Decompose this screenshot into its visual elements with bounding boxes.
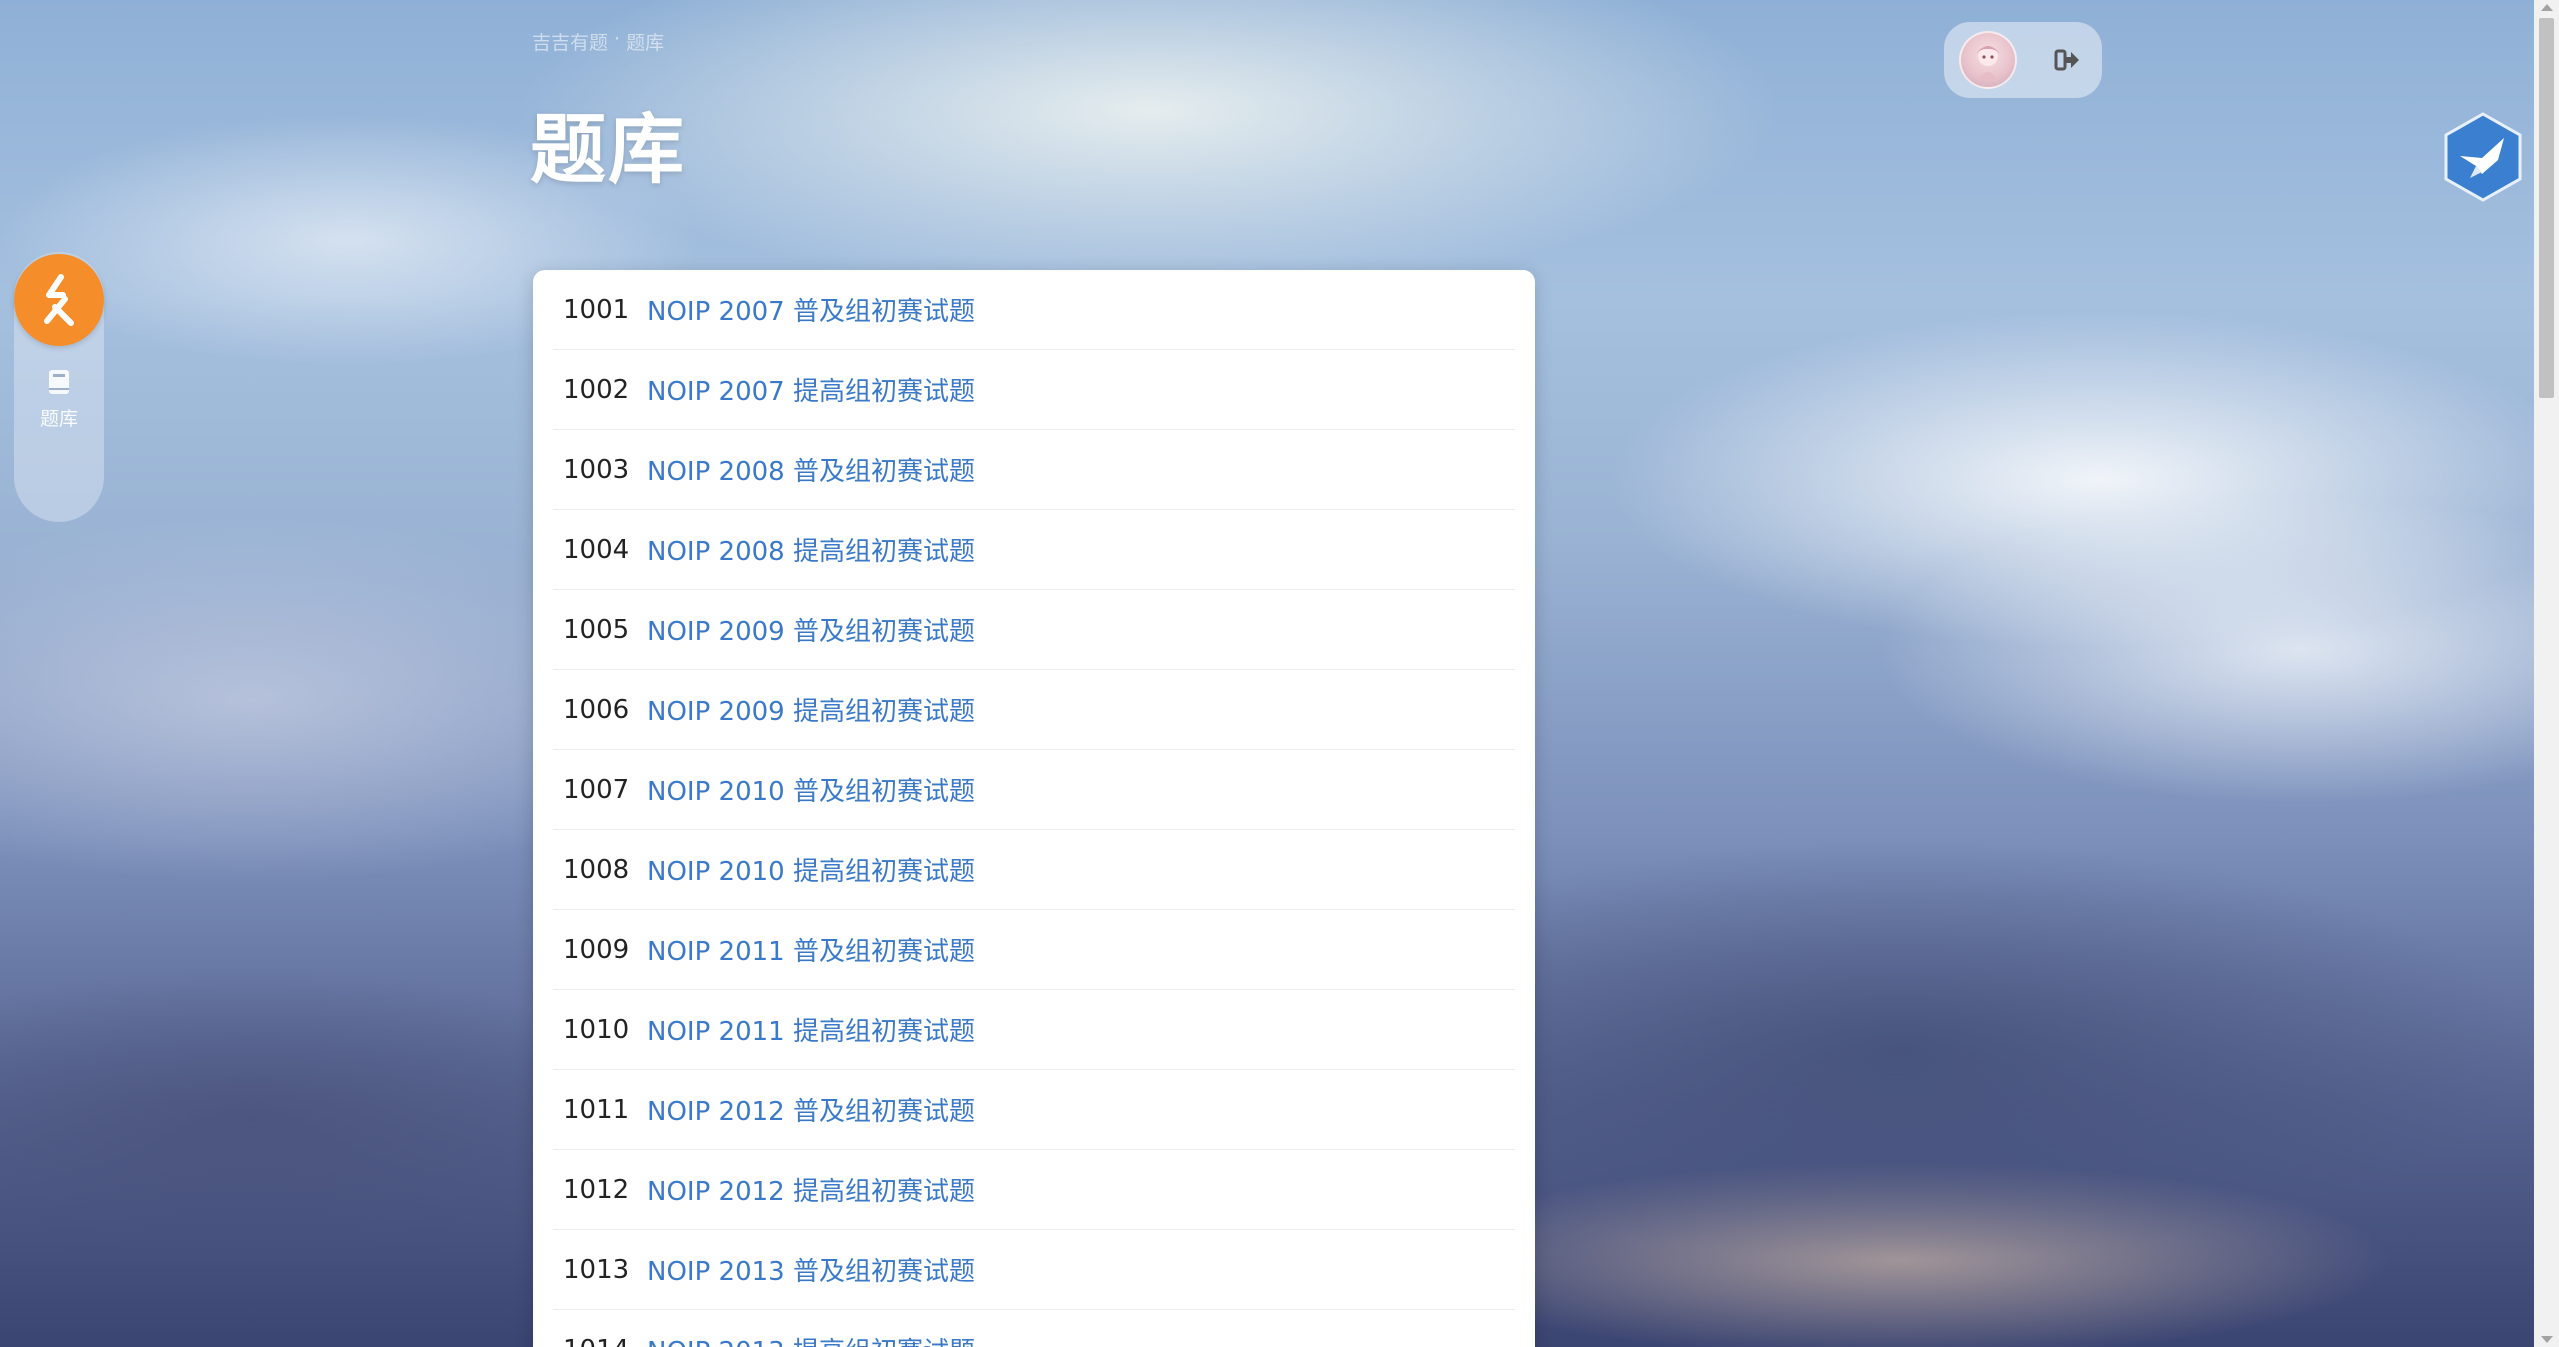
problem-row: 1009 NOIP 2011 普及组初赛试题 xyxy=(553,910,1515,990)
breadcrumb-home[interactable]: 吉吉有题 xyxy=(532,28,608,55)
breadcrumb-separator: · xyxy=(614,28,621,50)
problem-id: 1004 xyxy=(563,534,630,565)
avatar[interactable] xyxy=(1959,31,2017,89)
problem-id: 1011 xyxy=(563,1094,630,1125)
problem-title-link[interactable]: NOIP 2007 提高组初赛试题 xyxy=(647,371,975,408)
page-title: 题库 xyxy=(530,105,686,194)
logo-icon xyxy=(44,274,74,326)
problem-id: 1005 xyxy=(563,614,630,645)
problem-id: 1008 xyxy=(563,854,630,885)
problem-title-link[interactable]: NOIP 2008 提高组初赛试题 xyxy=(647,531,975,568)
scroll-up-icon[interactable] xyxy=(2541,4,2553,11)
problem-title-link[interactable]: NOIP 2008 普及组初赛试题 xyxy=(647,451,975,488)
problem-row: 1011 NOIP 2012 普及组初赛试题 xyxy=(553,1070,1515,1150)
breadcrumb: 吉吉有题 · 题库 xyxy=(532,28,664,55)
scroll-down-icon[interactable] xyxy=(2541,1336,2553,1343)
book-icon xyxy=(49,370,69,394)
problem-title-link[interactable]: NOIP 2013 普及组初赛试题 xyxy=(647,1251,975,1288)
problem-id: 1012 xyxy=(563,1174,630,1205)
breadcrumb-current: 题库 xyxy=(626,32,665,54)
bird-icon xyxy=(2444,112,2522,202)
problem-row: 1012 NOIP 2012 提高组初赛试题 xyxy=(553,1150,1515,1230)
problem-row: 1013 NOIP 2013 普及组初赛试题 xyxy=(553,1230,1515,1310)
problem-title-link[interactable]: NOIP 2011 普及组初赛试题 xyxy=(647,931,975,968)
problem-list-card: 1001 NOIP 2007 普及组初赛试题 1002 NOIP 2007 提高组初赛… xyxy=(533,270,1535,1347)
logo-button[interactable] xyxy=(14,254,104,346)
problem-title-link[interactable]: NOIP 2013 提高组初赛试题 xyxy=(647,1331,975,1347)
problem-id: 1001 xyxy=(563,294,630,325)
problem-title-link[interactable]: NOIP 2009 提高组初赛试题 xyxy=(647,691,975,728)
logout-button[interactable] xyxy=(2047,40,2087,80)
problem-id: 1014 xyxy=(553,1335,647,1347)
page-background: 吉吉有题 · 题库 题库 题库 1001 NOIP 2007 普及组初赛试题 1… xyxy=(0,0,2559,1347)
problem-row: 1002 NOIP 2007 提高组初赛试题 xyxy=(553,350,1515,430)
problem-title-link[interactable]: NOIP 2011 提高组初赛试题 xyxy=(647,1011,975,1048)
bird-badge-button[interactable] xyxy=(2442,112,2524,202)
problem-row: 1004 NOIP 2008 提高组初赛试题 xyxy=(553,510,1515,590)
problem-id: 1002 xyxy=(563,374,630,405)
logout-icon xyxy=(2054,49,2079,71)
problem-row: 1010 NOIP 2011 提高组初赛试题 xyxy=(553,990,1515,1070)
scrollbar[interactable] xyxy=(2534,0,2559,1347)
problem-row: 1008 NOIP 2010 提高组初赛试题 xyxy=(553,830,1515,910)
problem-id: 1003 xyxy=(563,454,630,485)
problem-title-link[interactable]: NOIP 2010 提高组初赛试题 xyxy=(647,851,975,888)
problem-row: 1005 NOIP 2009 普及组初赛试题 xyxy=(553,590,1515,670)
problem-id: 1010 xyxy=(563,1014,630,1045)
problem-title-link[interactable]: NOIP 2010 普及组初赛试题 xyxy=(647,771,975,808)
user-menu xyxy=(1944,22,2102,98)
problem-id: 1013 xyxy=(563,1254,630,1285)
problem-id: 1006 xyxy=(563,694,630,725)
problem-id: 1007 xyxy=(563,774,630,805)
problem-row: 1001 NOIP 2007 普及组初赛试题 xyxy=(553,270,1515,350)
problem-row: 1007 NOIP 2010 普及组初赛试题 xyxy=(553,750,1515,830)
problem-list: 1001 NOIP 2007 普及组初赛试题 1002 NOIP 2007 提高组初赛… xyxy=(533,270,1535,1347)
problem-row: 1006 NOIP 2009 提高组初赛试题 xyxy=(553,670,1515,750)
sidebar-item-label: 题库 xyxy=(39,408,78,430)
problem-id: 1009 xyxy=(563,934,630,965)
problem-row: 1014NOIP 2013 提高组初赛试题 xyxy=(553,1310,1515,1347)
scrollbar-thumb[interactable] xyxy=(2539,18,2554,398)
problem-row: 1003 NOIP 2008 普及组初赛试题 xyxy=(553,430,1515,510)
problem-title-link[interactable]: NOIP 2007 普及组初赛试题 xyxy=(647,291,975,328)
avatar-face-icon xyxy=(1976,46,2000,80)
problem-title-link[interactable]: NOIP 2012 提高组初赛试题 xyxy=(647,1171,975,1208)
sidebar-item-problems[interactable]: 题库 xyxy=(14,368,104,431)
problem-title-link[interactable]: NOIP 2012 普及组初赛试题 xyxy=(647,1091,975,1128)
problem-title-link[interactable]: NOIP 2009 普及组初赛试题 xyxy=(647,611,975,648)
